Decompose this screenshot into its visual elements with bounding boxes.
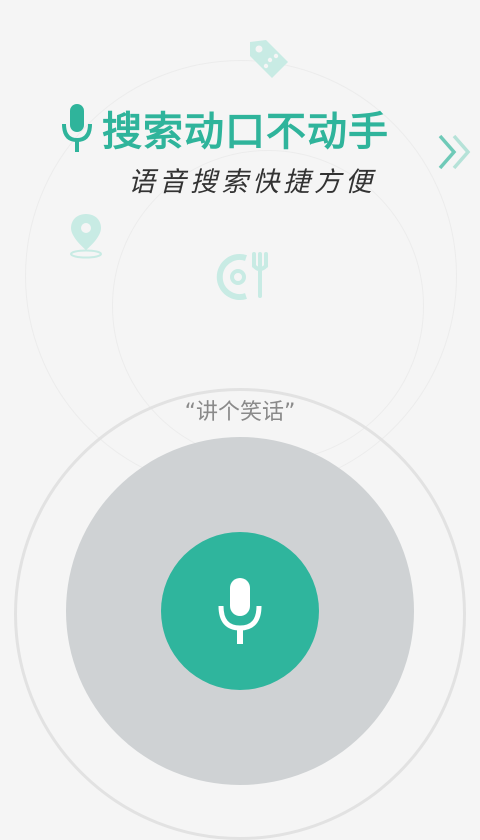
banner-subtitle: 语音搜索快捷方便 <box>128 167 376 198</box>
dining-icon <box>216 252 268 300</box>
microphone-icon <box>218 578 262 644</box>
banner-title: 搜索动口不动手 <box>102 109 389 155</box>
tag-icon <box>250 40 288 78</box>
double-chevron-right-icon[interactable] <box>436 132 474 172</box>
microphone-icon <box>62 104 92 152</box>
voice-search-button[interactable] <box>161 532 319 690</box>
location-pin-icon <box>70 214 102 259</box>
banner-headline: 搜索动口不动手 <box>60 98 389 158</box>
